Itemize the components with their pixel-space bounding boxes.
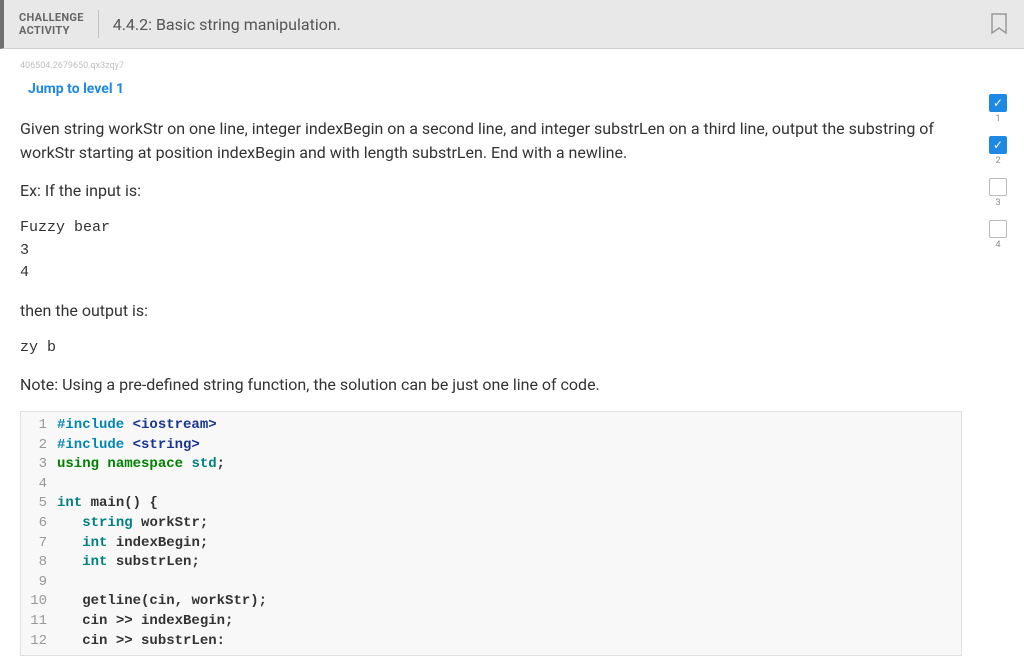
line-number: 4 [29, 475, 57, 495]
challenge-header: CHALLENGE ACTIVITY 4.4.2: Basic string m… [0, 0, 1024, 49]
line-content: #include <iostream> [57, 416, 217, 436]
code-line[interactable]: 11 cin >> indexBegin; [21, 612, 961, 632]
code-line[interactable]: 6 string workStr; [21, 514, 961, 534]
code-line[interactable]: 12 cin >> substrLen: [21, 632, 961, 652]
line-content: cin >> substrLen: [57, 632, 225, 652]
progress-number: 1 [995, 114, 1000, 124]
line-number: 12 [29, 632, 57, 652]
progress-number: 2 [995, 156, 1000, 166]
line-number: 7 [29, 534, 57, 554]
line-content: int main() { [57, 494, 158, 514]
header-label-line2: ACTIVITY [19, 24, 84, 37]
progress-item[interactable]: ✓2 [989, 136, 1007, 166]
progress-checked-icon[interactable]: ✓ [989, 136, 1007, 154]
progress-item[interactable]: 4 [989, 220, 1007, 250]
bookmark-icon[interactable] [989, 12, 1009, 36]
progress-item[interactable]: 3 [989, 178, 1007, 208]
line-number: 1 [29, 416, 57, 436]
code-line[interactable]: 8 int substrLen; [21, 553, 961, 573]
line-content: cin >> indexBegin; [57, 612, 233, 632]
line-content: getline(cin, workStr); [57, 592, 267, 612]
line-content: int substrLen; [57, 553, 200, 573]
code-line[interactable]: 9 [21, 573, 961, 593]
progress-unchecked-icon[interactable] [989, 220, 1007, 238]
check-icon: ✓ [993, 96, 1003, 110]
check-icon: ✓ [993, 138, 1003, 152]
line-number: 5 [29, 494, 57, 514]
jump-link[interactable]: Jump to level 1 [20, 81, 962, 97]
progress-sidebar: ✓1✓234 [982, 49, 1024, 668]
then-label: then the output is: [20, 299, 962, 323]
code-line[interactable]: 4 [21, 475, 961, 495]
line-content: using namespace std; [57, 455, 225, 475]
code-line[interactable]: 1#include <iostream> [21, 416, 961, 436]
main-content: 406504.2679650.qx3zqy7 Jump to level 1 G… [0, 49, 982, 668]
instruction-note: Note: Using a pre-defined string functio… [20, 373, 962, 397]
progress-number: 4 [995, 240, 1000, 250]
content-area: 406504.2679650.qx3zqy7 Jump to level 1 G… [0, 49, 1024, 668]
input-example: Fuzzy bear 3 4 [20, 217, 962, 285]
line-number: 11 [29, 612, 57, 632]
line-content: int indexBegin; [57, 534, 208, 554]
code-line[interactable]: 5int main() { [21, 494, 961, 514]
code-line[interactable]: 2#include <string> [21, 436, 961, 456]
trace-id: 406504.2679650.qx3zqy7 [20, 61, 962, 71]
header-label-line1: CHALLENGE [19, 11, 84, 24]
header-divider [98, 10, 99, 38]
progress-item[interactable]: ✓1 [989, 94, 1007, 124]
progress-checked-icon[interactable]: ✓ [989, 94, 1007, 112]
output-example: zy b [20, 337, 962, 360]
progress-unchecked-icon[interactable] [989, 178, 1007, 196]
example-label: Ex: If the input is: [20, 179, 962, 203]
code-editor[interactable]: 1#include <iostream>2#include <string>3u… [20, 411, 962, 656]
line-number: 8 [29, 553, 57, 573]
instruction-main: Given string workStr on one line, intege… [20, 117, 962, 165]
line-content: string workStr; [57, 514, 208, 534]
line-number: 2 [29, 436, 57, 456]
line-content: #include <string> [57, 436, 200, 456]
line-number: 10 [29, 592, 57, 612]
code-line[interactable]: 7 int indexBegin; [21, 534, 961, 554]
code-line[interactable]: 3using namespace std; [21, 455, 961, 475]
line-number: 6 [29, 514, 57, 534]
line-number: 3 [29, 455, 57, 475]
code-line[interactable]: 10 getline(cin, workStr); [21, 592, 961, 612]
progress-number: 3 [995, 198, 1000, 208]
header-title: 4.4.2: Basic string manipulation. [113, 15, 341, 34]
line-number: 9 [29, 573, 57, 593]
header-label-block: CHALLENGE ACTIVITY [19, 11, 84, 37]
